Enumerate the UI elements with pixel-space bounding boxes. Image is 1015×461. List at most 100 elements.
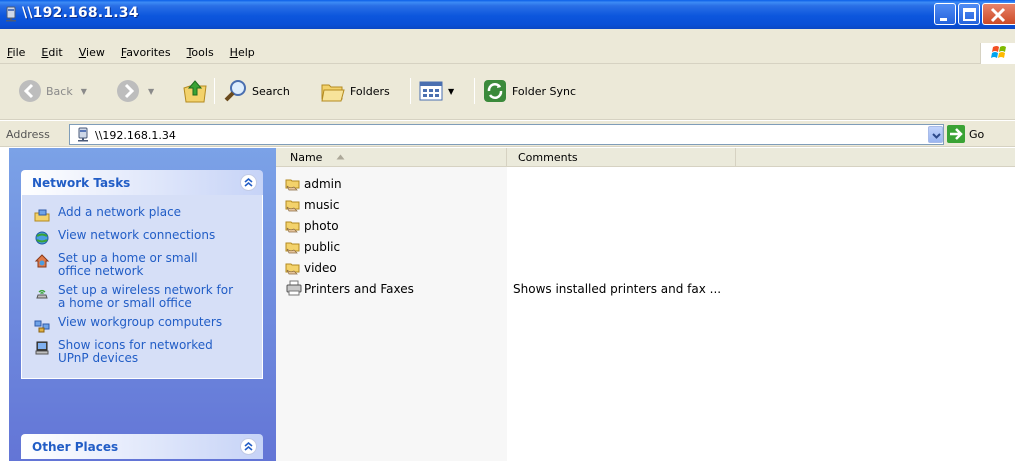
search-label: Search xyxy=(252,84,290,98)
collapse-button[interactable] xyxy=(240,174,257,191)
up-folder-icon xyxy=(183,80,207,103)
shared-folder-icon xyxy=(285,200,300,212)
network-drive-icon xyxy=(6,6,16,22)
file-name: public xyxy=(304,240,341,254)
search-icon xyxy=(224,80,246,102)
other-places-panel: Other Places xyxy=(21,434,263,459)
go-button[interactable]: Go xyxy=(947,125,984,143)
file-name: admin xyxy=(304,177,342,191)
maximize-icon xyxy=(963,8,976,21)
forward-arrow-icon xyxy=(117,80,139,102)
network-tasks-title: Network Tasks xyxy=(32,176,131,190)
address-dropdown-button[interactable] xyxy=(928,126,943,143)
network-connections-icon xyxy=(35,231,49,245)
shared-folder-icon xyxy=(285,242,300,254)
toolbar-separator xyxy=(214,78,215,104)
task-view-network-connections[interactable]: View network connections xyxy=(22,226,262,249)
menu-help[interactable]: Help xyxy=(227,46,258,59)
column-header-comments[interactable]: Comments xyxy=(507,148,736,167)
workgroup-computers-icon xyxy=(34,320,50,333)
sort-ascending-icon xyxy=(336,154,345,160)
windows-logo-icon xyxy=(980,43,1015,64)
task-label: Add a network place xyxy=(58,205,182,219)
list-item[interactable]: photo xyxy=(276,216,1015,237)
list-item[interactable]: Printers and Faxes Shows installed print… xyxy=(276,279,1015,300)
collapse-button[interactable] xyxy=(240,438,257,455)
folder-sync-label: Folder Sync xyxy=(512,84,577,98)
toolbar-separator xyxy=(474,78,475,104)
folders-label: Folders xyxy=(350,84,390,98)
task-pane: Network Tasks Add a network place View n… xyxy=(9,148,276,461)
task-add-network-place[interactable]: Add a network place xyxy=(22,203,262,226)
other-places-header[interactable]: Other Places xyxy=(21,434,263,459)
task-setup-wireless-network[interactable]: Set up a wireless network for a home or … xyxy=(22,281,262,313)
network-tasks-body: Add a network place View network connect… xyxy=(21,195,263,379)
folder-sync-button[interactable]: Folder Sync xyxy=(482,78,576,104)
up-folder-button[interactable] xyxy=(182,78,208,104)
printers-faxes-icon xyxy=(286,280,302,296)
list-item[interactable]: video xyxy=(276,258,1015,279)
menu-view[interactable]: View xyxy=(76,46,108,59)
file-name: video xyxy=(304,261,337,275)
window-frame-strip xyxy=(0,29,1015,42)
menu-bar: File Edit View Favorites Tools Help xyxy=(0,42,1015,64)
wireless-network-icon xyxy=(36,289,48,299)
search-button[interactable]: Search xyxy=(223,78,290,104)
menu-favorites[interactable]: Favorites xyxy=(118,46,174,59)
task-label: View network connections xyxy=(58,228,216,242)
folders-button[interactable]: Folders xyxy=(320,78,390,104)
file-name: photo xyxy=(304,219,339,233)
shared-folder-icon xyxy=(285,263,300,275)
menu-edit[interactable]: Edit xyxy=(38,46,65,59)
task-view-workgroup-computers[interactable]: View workgroup computers xyxy=(22,313,262,336)
other-places-title: Other Places xyxy=(32,440,119,454)
address-value: \\192.168.1.34 xyxy=(95,129,176,142)
network-tasks-header[interactable]: Network Tasks xyxy=(21,170,263,195)
views-icon xyxy=(419,81,443,101)
chevron-down-icon xyxy=(932,133,941,139)
column-name-label: Name xyxy=(290,151,323,164)
file-comment: Shows installed printers and fax ... xyxy=(513,282,722,296)
title-bar[interactable]: \\192.168.1.34 xyxy=(0,0,1015,29)
column-header-name[interactable]: Name xyxy=(276,148,507,167)
address-input[interactable]: \\192.168.1.34 xyxy=(69,124,944,145)
back-dropdown-icon[interactable]: ▼ xyxy=(81,87,87,96)
forward-dropdown-icon[interactable]: ▼ xyxy=(148,87,154,96)
folder-sync-icon xyxy=(484,80,506,102)
views-dropdown-icon[interactable]: ▼ xyxy=(448,87,454,96)
task-label: Set up a wireless network for a home or … xyxy=(58,283,234,310)
close-button[interactable] xyxy=(982,3,1015,25)
back-label: Back xyxy=(46,84,73,98)
menu-tools[interactable]: Tools xyxy=(184,46,217,59)
back-arrow-icon xyxy=(19,80,41,102)
task-show-upnp-devices[interactable]: Show icons for networked UPnP devices xyxy=(22,336,262,368)
minimize-button[interactable] xyxy=(934,3,956,25)
minimize-icon xyxy=(940,18,947,21)
list-item[interactable]: admin xyxy=(276,174,1015,195)
task-label: Show icons for networked UPnP devices xyxy=(58,338,213,365)
network-tasks-panel: Network Tasks Add a network place View n… xyxy=(21,170,263,379)
toolbar-separator xyxy=(410,78,411,104)
forward-button[interactable]: ▼ xyxy=(116,78,154,104)
upnp-devices-icon xyxy=(35,341,49,355)
task-label: View workgroup computers xyxy=(58,315,223,329)
menu-file[interactable]: File xyxy=(4,46,28,59)
back-button[interactable]: Back ▼ xyxy=(18,78,87,104)
network-drive-icon xyxy=(78,127,88,142)
toolbar: Back ▼ ▼ Search Folders ▼ Folder Sync xyxy=(0,64,1015,120)
file-list: admin music photo public video Printers … xyxy=(276,174,1015,300)
close-icon xyxy=(990,7,1006,23)
views-button[interactable]: ▼ xyxy=(418,78,454,104)
file-name: music xyxy=(304,198,340,212)
task-setup-home-network[interactable]: Set up a home or small office network xyxy=(22,249,262,281)
chevron-up-double-icon xyxy=(244,441,253,451)
shared-folder-icon xyxy=(285,221,300,233)
maximize-button[interactable] xyxy=(958,3,980,25)
list-item[interactable]: public xyxy=(276,237,1015,258)
home-network-icon xyxy=(34,254,50,268)
file-name: Printers and Faxes xyxy=(304,282,414,296)
address-label: Address xyxy=(6,128,50,141)
list-item[interactable]: music xyxy=(276,195,1015,216)
column-header-bar: Name Comments xyxy=(276,148,1015,167)
go-arrow-icon xyxy=(947,125,965,143)
